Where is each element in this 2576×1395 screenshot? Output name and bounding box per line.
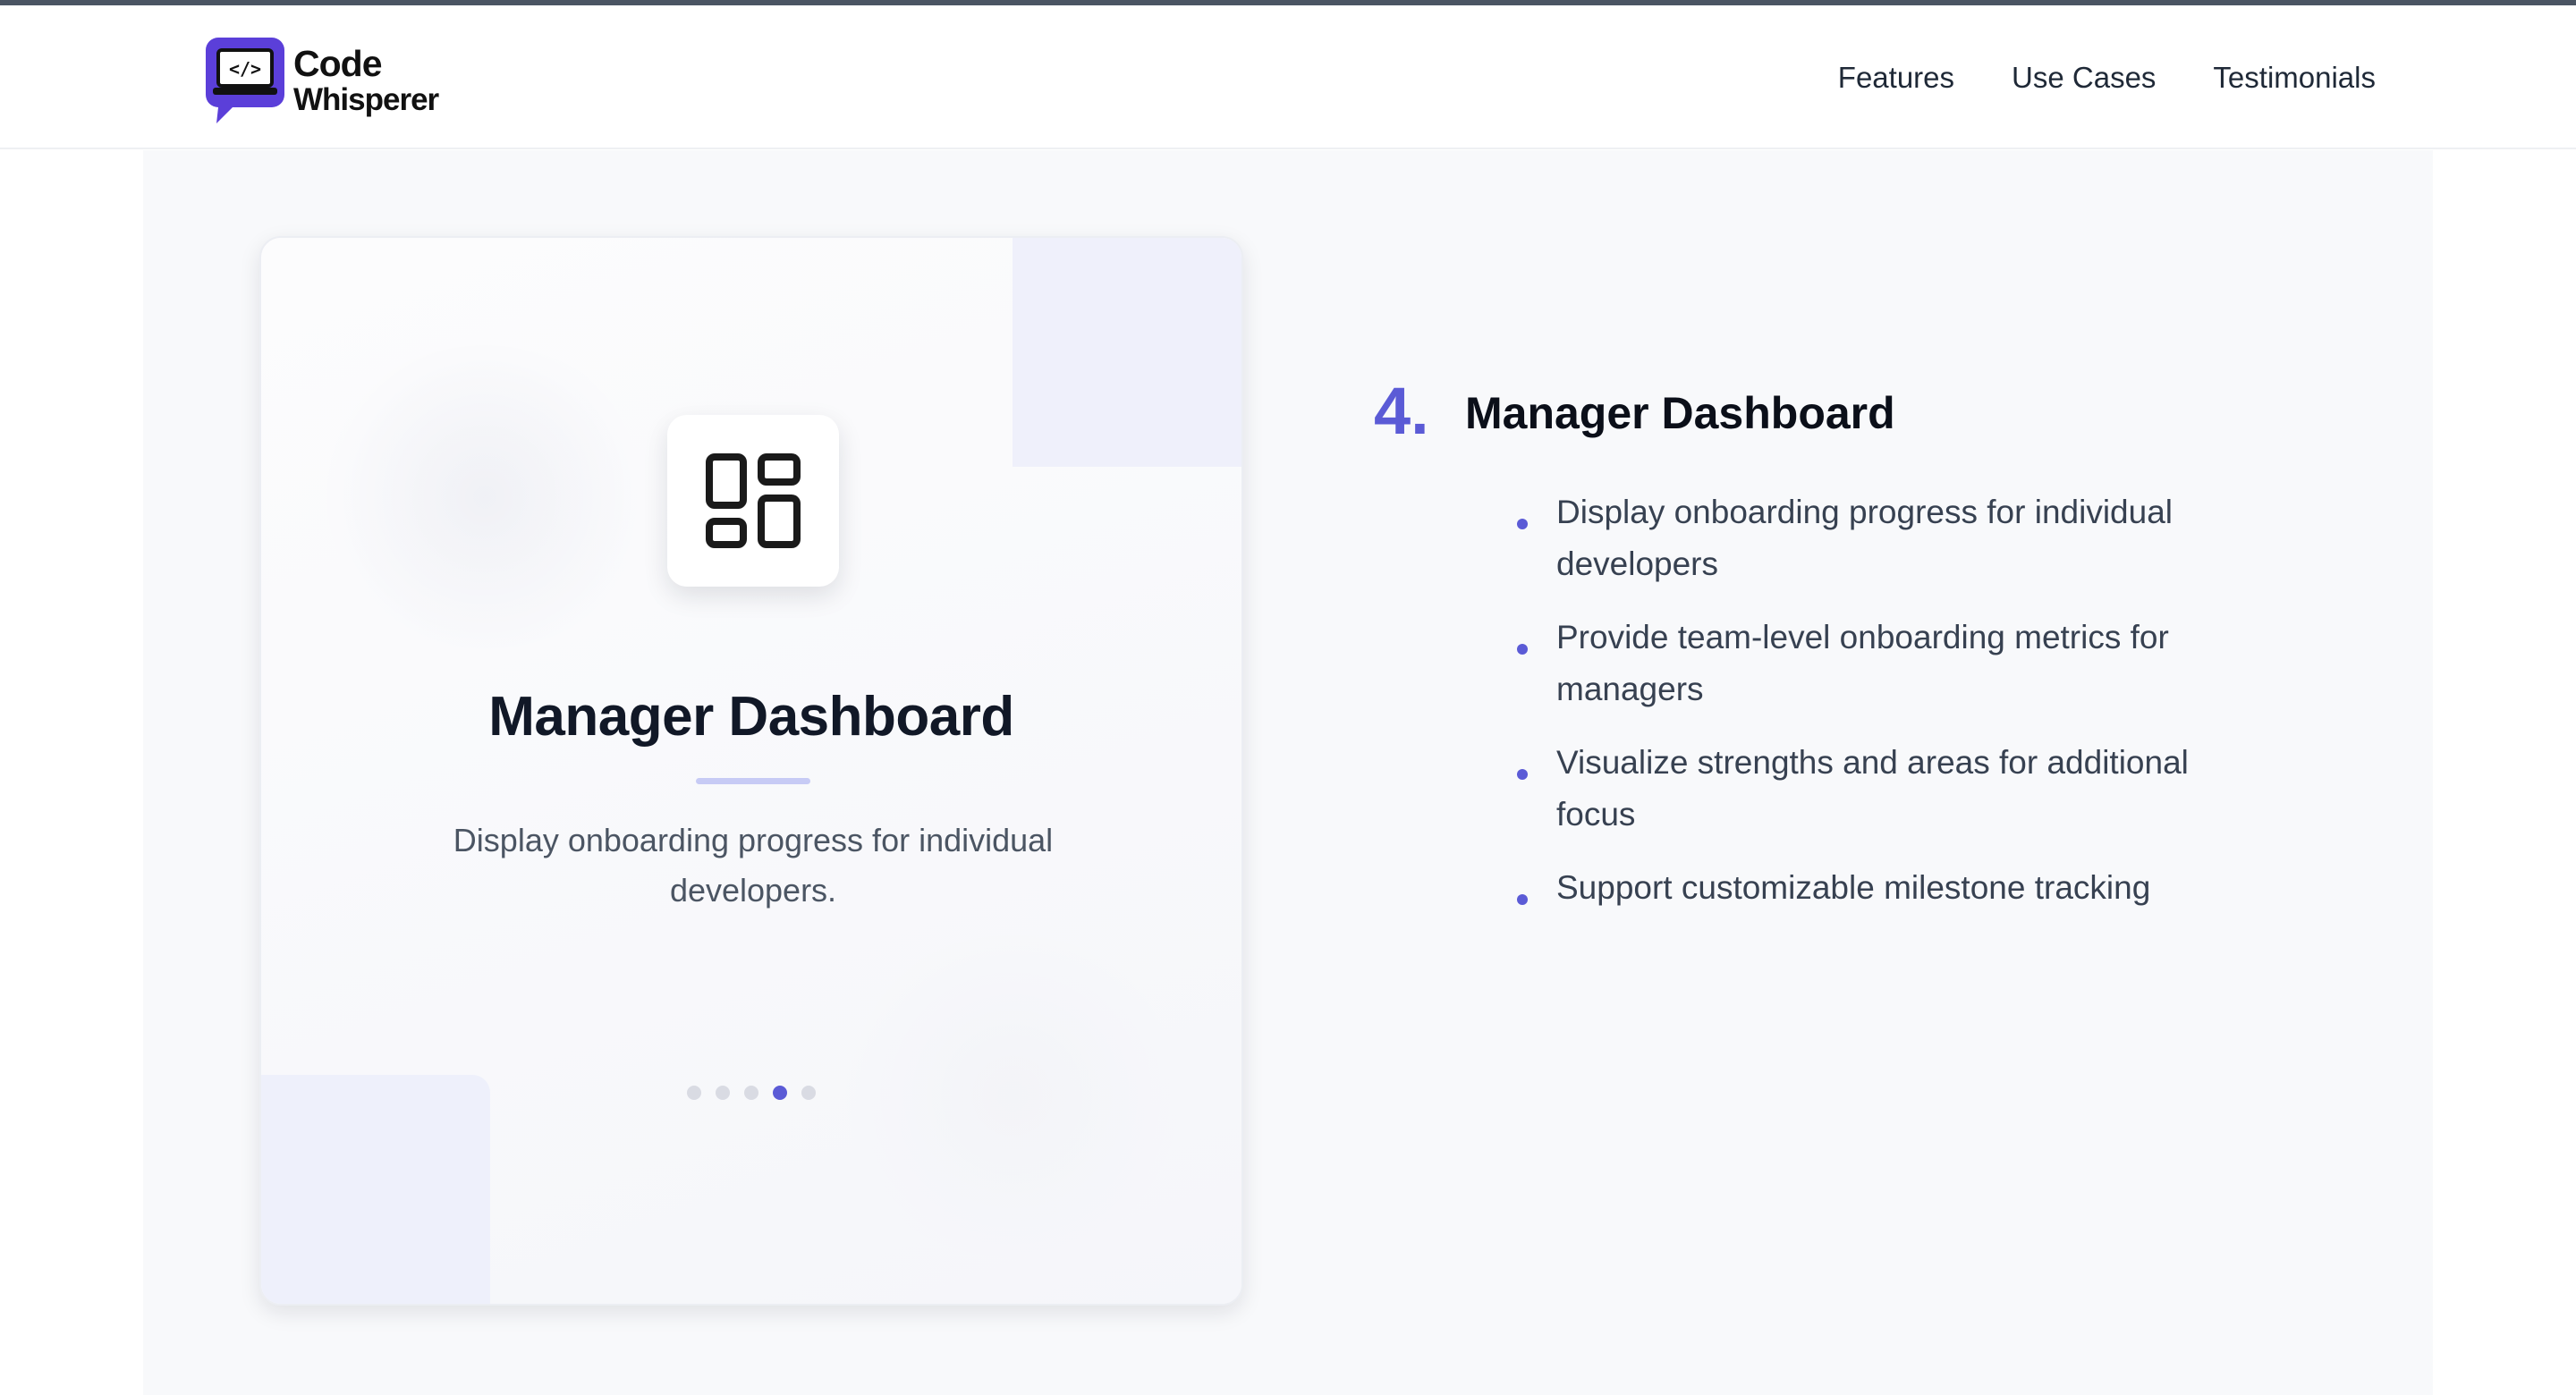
bullet-text: Support customizable milestone tracking	[1556, 869, 2151, 906]
bullet-text: Provide team-level onboarding metrics fo…	[1556, 619, 2169, 707]
bullet-text: Display onboarding progress for individu…	[1556, 494, 2173, 582]
site-header: </> Code Whisperer Features Use Cases Te…	[0, 5, 2576, 149]
code-bubble-logo-icon: </>	[206, 38, 284, 123]
carousel-dots	[261, 1086, 1241, 1100]
nav-link-use-cases[interactable]: Use Cases	[2012, 61, 2156, 95]
feature-card: Manager Dashboard Display onboarding pro…	[259, 236, 1243, 1306]
carousel-dot[interactable]	[744, 1086, 758, 1100]
list-item: Visualize strengths and areas for additi…	[1517, 737, 2250, 841]
nav-link-features[interactable]: Features	[1838, 61, 1954, 95]
list-item: Display onboarding progress for individu…	[1517, 486, 2250, 590]
list-item: Support customizable milestone tracking	[1517, 862, 2250, 914]
bullet-dot-icon	[1517, 644, 1528, 655]
main-nav: Features Use Cases Testimonials	[1838, 61, 2376, 95]
list-item: Provide team-level onboarding metrics fo…	[1517, 612, 2250, 715]
logo-text-code: Code	[293, 43, 383, 84]
nav-link-testimonials[interactable]: Testimonials	[2213, 61, 2376, 95]
carousel-dot-active[interactable]	[773, 1086, 787, 1100]
dashboard-icon-tile	[667, 415, 839, 587]
feature-title: Manager Dashboard	[1465, 388, 1895, 438]
card-corner-deco	[261, 1075, 490, 1304]
dashboard-grid-icon	[706, 453, 801, 548]
bullet-text: Visualize strengths and areas for additi…	[1556, 744, 2189, 833]
carousel-dot[interactable]	[801, 1086, 816, 1100]
carousel-dot[interactable]	[716, 1086, 730, 1100]
card-title-underline	[696, 778, 810, 784]
feature-bullet-list: Display onboarding progress for individu…	[1517, 486, 2250, 935]
bullet-dot-icon	[1517, 769, 1528, 780]
carousel-dot[interactable]	[687, 1086, 701, 1100]
card-corner-deco	[1013, 238, 1241, 467]
card-description: Display onboarding progress for individu…	[453, 822, 1054, 909]
card-title: Manager Dashboard	[488, 686, 1014, 748]
feature-number: 4.	[1374, 374, 1429, 448]
svg-text:</>: </>	[229, 58, 261, 80]
bullet-dot-icon	[1517, 894, 1528, 905]
bullet-dot-icon	[1517, 519, 1528, 529]
logo[interactable]: </> Code Whisperer	[206, 38, 439, 123]
logo-text-whisperer: Whisperer	[293, 82, 439, 117]
